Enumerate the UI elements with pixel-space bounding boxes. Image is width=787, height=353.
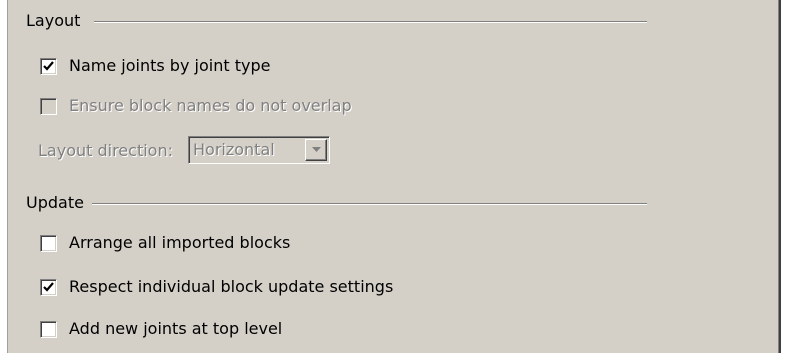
layout-direction-row: Layout direction: Horizontal [38, 136, 330, 164]
update-group-rule [92, 203, 647, 205]
arrange-all-checkbox[interactable] [40, 234, 57, 252]
respect-individual-checkbox[interactable] [40, 278, 57, 296]
add-new-joints-checkbox[interactable] [40, 320, 57, 338]
layout-group-rule [94, 21, 647, 23]
check-mark-icon [43, 60, 54, 71]
check-mark-icon [43, 281, 54, 292]
add-new-joints-label: Add new joints at top level [69, 319, 283, 338]
layout-direction-label: Layout direction: [38, 140, 173, 160]
name-joints-checkbox[interactable] [40, 57, 57, 75]
left-margin [0, 0, 7, 353]
dropdown-button[interactable] [305, 139, 327, 161]
respect-individual-checkbox-row[interactable]: Respect individual block update settings [40, 277, 393, 297]
ensure-names-checkbox-row[interactable]: Ensure block names do not overlap [40, 96, 352, 116]
layout-direction-select[interactable]: Horizontal [188, 136, 330, 164]
options-panel [8, 0, 779, 353]
layout-direction-value: Horizontal [193, 140, 275, 159]
chevron-down-icon [311, 147, 321, 152]
layout-group-title: Layout [26, 11, 81, 30]
arrange-all-checkbox-row[interactable]: Arrange all imported blocks [40, 233, 290, 253]
respect-individual-label: Respect individual block update settings [69, 277, 394, 296]
name-joints-checkbox-row[interactable]: Name joints by joint type [40, 56, 270, 76]
arrange-all-label: Arrange all imported blocks [69, 233, 291, 252]
ensure-names-label: Ensure block names do not overlap [69, 96, 352, 115]
name-joints-label: Name joints by joint type [69, 56, 271, 75]
ensure-names-checkbox[interactable] [40, 97, 57, 115]
right-margin [781, 0, 787, 353]
update-group-title: Update [26, 193, 84, 212]
add-new-joints-checkbox-row[interactable]: Add new joints at top level [40, 319, 282, 339]
